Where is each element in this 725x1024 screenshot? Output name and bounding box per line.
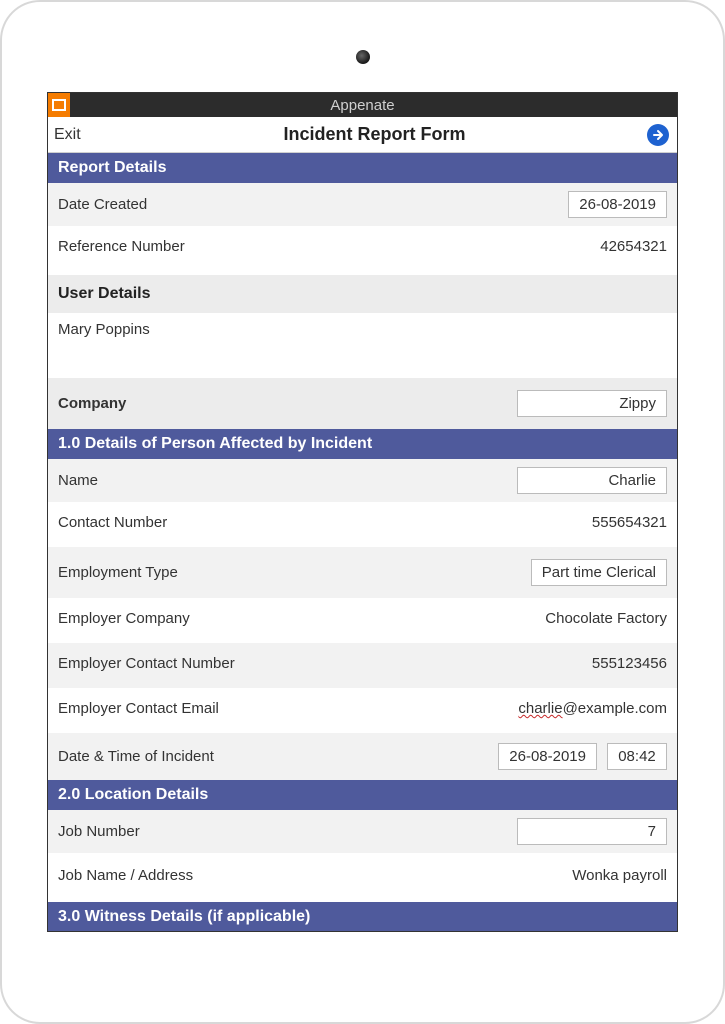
label-incident-datetime: Date & Time of Incident <box>58 748 498 765</box>
row-employer-company: Employer Company Chocolate Factory <box>48 598 677 643</box>
tablet-frame: Appenate Exit Incident Report Form Repor… <box>0 0 725 1024</box>
value-affected-contact[interactable]: 555654321 <box>592 514 667 531</box>
input-employment-type[interactable]: Part time Clerical <box>531 559 667 586</box>
next-button-wrap <box>631 124 677 146</box>
row-company: Company Zippy <box>48 378 677 429</box>
section-report-details: Report Details <box>48 153 677 183</box>
input-affected-name[interactable]: Charlie <box>517 467 667 494</box>
value-employer-contact-number[interactable]: 555123456 <box>592 655 667 672</box>
app-name: Appenate <box>330 97 394 114</box>
value-reference-number: 42654321 <box>600 238 667 255</box>
value-employer-company[interactable]: Chocolate Factory <box>545 610 667 627</box>
input-date-created[interactable]: 26-08-2019 <box>568 191 667 218</box>
section-location-details: 2.0 Location Details <box>48 780 677 810</box>
section-affected-person: 1.0 Details of Person Affected by Incide… <box>48 429 677 459</box>
page-title: Incident Report Form <box>118 124 631 145</box>
form-body: Report Details Date Created 26-08-2019 R… <box>48 153 677 931</box>
label-company: Company <box>58 395 517 412</box>
label-job-name: Job Name / Address <box>58 867 572 884</box>
row-incident-datetime: Date & Time of Incident 26-08-2019 08:42 <box>48 733 677 780</box>
app-launcher-icon[interactable] <box>48 93 70 117</box>
value-user-name: Mary Poppins <box>48 313 677 378</box>
value-employer-email[interactable]: charlie@example.com <box>518 700 667 717</box>
input-job-number[interactable]: 7 <box>517 818 667 845</box>
next-button[interactable] <box>647 124 669 146</box>
form-header: Exit Incident Report Form <box>48 117 677 153</box>
row-reference-number: Reference Number 42654321 <box>48 226 677 275</box>
subsection-user-details: User Details <box>48 275 677 313</box>
input-company[interactable]: Zippy <box>517 390 667 417</box>
label-reference-number: Reference Number <box>58 238 600 255</box>
label-employer-email: Employer Contact Email <box>58 700 518 717</box>
label-date-created: Date Created <box>58 196 568 213</box>
row-affected-contact: Contact Number 555654321 <box>48 502 677 547</box>
email-suffix: @example.com <box>563 700 667 717</box>
input-incident-time[interactable]: 08:42 <box>607 743 667 770</box>
label-employer-contact-number: Employer Contact Number <box>58 655 592 672</box>
device-camera <box>356 50 370 64</box>
screen: Appenate Exit Incident Report Form Repor… <box>47 92 678 932</box>
label-employment-type: Employment Type <box>58 564 531 581</box>
row-job-name: Job Name / Address Wonka payroll <box>48 853 677 902</box>
section-witness-details: 3.0 Witness Details (if applicable) <box>48 902 677 931</box>
system-topbar: Appenate <box>48 93 677 117</box>
row-employer-email: Employer Contact Email charlie@example.c… <box>48 688 677 733</box>
input-incident-date[interactable]: 26-08-2019 <box>498 743 597 770</box>
arrow-right-icon <box>651 128 665 142</box>
row-date-created: Date Created 26-08-2019 <box>48 183 677 226</box>
label-employer-company: Employer Company <box>58 610 545 627</box>
email-prefix: charlie <box>518 700 562 717</box>
label-job-number: Job Number <box>58 823 517 840</box>
row-job-number: Job Number 7 <box>48 810 677 853</box>
row-affected-name: Name Charlie <box>48 459 677 502</box>
row-employment-type: Employment Type Part time Clerical <box>48 547 677 598</box>
label-affected-contact: Contact Number <box>58 514 592 531</box>
row-employer-contact-number: Employer Contact Number 555123456 <box>48 643 677 688</box>
value-job-name[interactable]: Wonka payroll <box>572 867 667 884</box>
exit-button[interactable]: Exit <box>48 126 118 144</box>
label-affected-name: Name <box>58 472 517 489</box>
